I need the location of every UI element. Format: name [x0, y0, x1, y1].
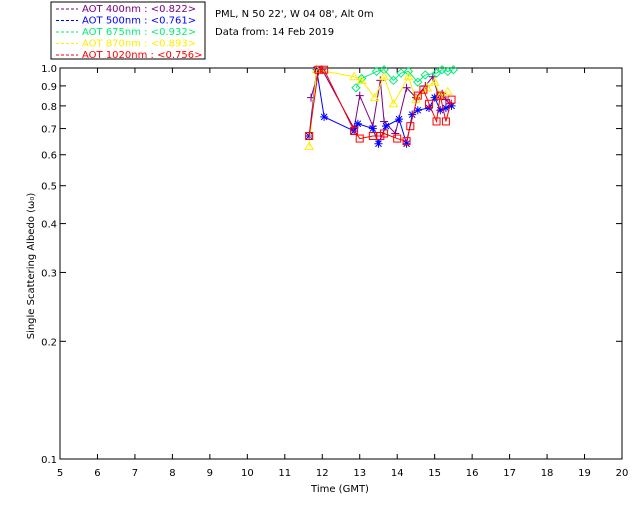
data-point — [368, 124, 377, 133]
x-tick-label: 12 — [316, 468, 329, 479]
x-tick-label: 15 — [428, 468, 441, 479]
x-tick-label: 16 — [466, 468, 479, 479]
y-tick-label: 0.3 — [41, 268, 57, 279]
data-point — [353, 119, 362, 128]
legend-label: AOT 500nm : <0.761> — [82, 16, 196, 27]
x-tick-label: 18 — [541, 468, 554, 479]
x-tick-label: 7 — [132, 468, 138, 479]
x-tick-label: 13 — [353, 468, 366, 479]
x-tick-label: 10 — [241, 468, 254, 479]
x-axis-label: Time (GMT) — [310, 484, 369, 495]
y-tick-label: 0.2 — [41, 337, 57, 348]
data-point — [320, 112, 329, 121]
x-tick-label: 19 — [578, 468, 591, 479]
y-axis-label: Single Scattering Albedo (ω₀) — [26, 193, 37, 340]
y-tick-label: 0.5 — [41, 182, 57, 193]
legend-label: AOT 400nm : <0.822> — [82, 4, 196, 15]
x-tick-label: 11 — [278, 468, 291, 479]
x-tick-label: 20 — [616, 468, 629, 479]
y-tick-label: 0.6 — [41, 151, 57, 162]
legend-label: AOT 675nm : <0.932> — [82, 27, 196, 38]
chart-header-date: Data from: 14 Feb 2019 — [215, 27, 334, 38]
x-tick-label: 8 — [169, 468, 175, 479]
legend-label: AOT 870nm : <0.893> — [82, 39, 196, 50]
x-tick-label: 14 — [391, 468, 404, 479]
legend: AOT 400nm : <0.822>AOT 500nm : <0.761>AO… — [50, 1, 206, 61]
chart-svg: AOT 400nm : <0.822>AOT 500nm : <0.761>AO… — [0, 0, 640, 512]
y-tick-label: 0.7 — [41, 125, 57, 136]
data-point — [374, 139, 383, 148]
y-tick-label: 0.1 — [41, 455, 57, 466]
y-tick-label: 1.0 — [41, 64, 57, 75]
chart-header-location: PML, N 50 22', W 04 08', Alt 0m — [215, 9, 374, 20]
x-tick-label: 17 — [503, 468, 516, 479]
y-tick-label: 0.9 — [41, 82, 57, 93]
y-tick-label: 0.4 — [41, 220, 57, 231]
x-tick-label: 9 — [207, 468, 213, 479]
data-point — [395, 115, 404, 124]
legend-label: AOT 1020nm : <0.756> — [82, 50, 202, 61]
chart-background — [0, 0, 640, 512]
data-point — [381, 122, 390, 131]
y-tick-label: 0.8 — [41, 102, 57, 113]
x-tick-label: 6 — [94, 468, 100, 479]
x-tick-label: 5 — [57, 468, 63, 479]
